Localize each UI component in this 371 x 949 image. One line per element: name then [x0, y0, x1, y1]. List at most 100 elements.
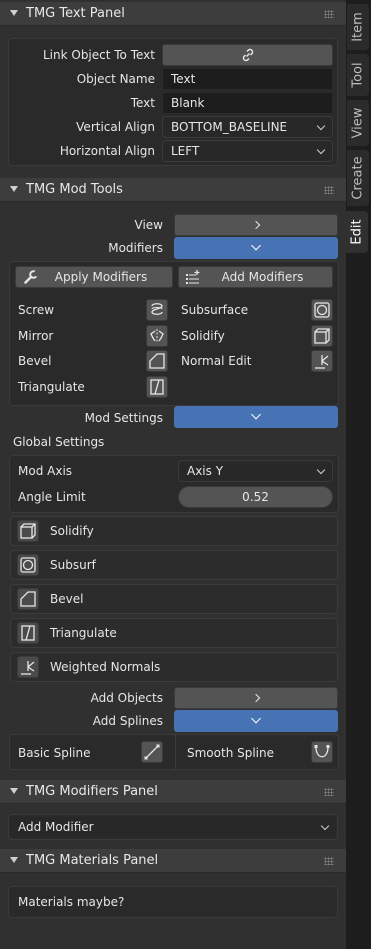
- modifiers-expand-button[interactable]: [174, 237, 338, 259]
- mod-axis-label: Mod Axis: [18, 464, 73, 478]
- materials-panel-header[interactable]: TMG Materials Panel: [0, 849, 346, 873]
- view-expand-button[interactable]: [174, 214, 338, 236]
- chevron-down-icon: [316, 121, 326, 131]
- solidify-icon: [314, 328, 330, 344]
- weighted-normals-row-button[interactable]: [17, 656, 39, 678]
- drag-grip-icon[interactable]: [324, 788, 334, 796]
- drag-grip-icon[interactable]: [324, 857, 334, 865]
- drag-grip-icon[interactable]: [324, 10, 334, 18]
- modifiers-panel-header[interactable]: TMG Modifiers Panel: [0, 780, 346, 804]
- mirror-label: Mirror: [18, 329, 54, 343]
- tab-view-label: View: [350, 107, 366, 139]
- vertical-align-label: Vertical Align: [76, 120, 155, 134]
- add-objects-expand-button[interactable]: [174, 687, 338, 709]
- subsurface-icon: [20, 557, 36, 573]
- horizontal-align-dropdown[interactable]: LEFT: [162, 140, 333, 162]
- chevron-right-icon: [251, 220, 261, 230]
- text-panel-box: Link Object To Text Object Name Text Tex…: [8, 38, 338, 166]
- materials-box: Materials maybe?: [8, 886, 338, 918]
- bevel-row[interactable]: Bevel: [10, 584, 338, 614]
- horizontal-align-value: LEFT: [171, 144, 200, 158]
- collapse-arrow-icon[interactable]: [10, 10, 18, 16]
- weighted-normals-row[interactable]: Weighted Normals: [10, 652, 338, 682]
- solidify-row-button[interactable]: [17, 520, 39, 542]
- collapse-arrow-icon[interactable]: [10, 788, 18, 794]
- tab-create-label: Create: [350, 156, 366, 200]
- screw-modifier-button[interactable]: [146, 299, 168, 321]
- solidify-icon: [20, 523, 36, 539]
- subsurf-row-button[interactable]: [17, 554, 39, 576]
- triangulate-row[interactable]: Triangulate: [10, 618, 338, 648]
- drag-grip-icon[interactable]: [324, 186, 334, 194]
- bevel-icon: [149, 353, 165, 369]
- collapse-arrow-icon[interactable]: [10, 857, 18, 863]
- smooth-spline-icon: [314, 745, 330, 758]
- subsurface-label: Subsurface: [181, 303, 249, 317]
- mod-tools-header[interactable]: TMG Mod Tools: [0, 178, 346, 202]
- screw-icon: [151, 303, 163, 315]
- chevron-down-icon: [251, 713, 261, 724]
- chevron-down-icon: [320, 821, 330, 831]
- triangulate-icon: [21, 625, 35, 641]
- modifiers-label: Modifiers: [108, 241, 163, 255]
- object-name-label: Object Name: [76, 72, 155, 86]
- add-splines-expand-button[interactable]: [174, 710, 338, 732]
- tab-tool-label: Tool: [350, 62, 366, 88]
- solidify-label: Solidify: [181, 329, 225, 343]
- text-label: Text: [130, 96, 155, 110]
- collapse-arrow-icon[interactable]: [10, 186, 18, 192]
- modifiers-box: Apply Modifiers Add Modifiers Screw Mirr…: [9, 261, 339, 406]
- splines-box: Basic Spline Smooth Spline: [9, 734, 339, 770]
- bevel-icon: [20, 591, 36, 607]
- angle-limit-slider[interactable]: 0.52: [178, 486, 333, 508]
- horizontal-align-label: Horizontal Align: [59, 144, 155, 158]
- wrench-icon: [24, 270, 39, 284]
- tab-view[interactable]: View: [347, 100, 369, 146]
- bevel-label: Bevel: [18, 354, 52, 368]
- tab-edit[interactable]: Edit: [346, 211, 368, 253]
- link-icon: [242, 48, 254, 62]
- solidify-row[interactable]: Solidify: [10, 516, 338, 546]
- chevron-down-icon: [316, 145, 326, 155]
- bevel-modifier-button[interactable]: [146, 350, 168, 372]
- mirror-modifier-button[interactable]: [146, 325, 168, 347]
- solidify-modifier-button[interactable]: [311, 325, 333, 347]
- object-name-field[interactable]: Text: [162, 68, 333, 90]
- mod-axis-value: Axis Y: [187, 464, 224, 478]
- basic-spline-button[interactable]: [141, 741, 163, 763]
- mirror-icon: [150, 329, 164, 343]
- triangulate-modifier-button[interactable]: [146, 376, 168, 398]
- mod-axis-dropdown[interactable]: Axis Y: [178, 460, 333, 482]
- triangulate-row-button[interactable]: [17, 622, 39, 644]
- angle-limit-label: Angle Limit: [18, 490, 86, 504]
- tab-edit-label: Edit: [349, 219, 365, 245]
- bevel-row-button[interactable]: [17, 588, 39, 610]
- subsurface-modifier-button[interactable]: [311, 299, 333, 321]
- smooth-spline-button[interactable]: [311, 741, 333, 763]
- splines-divider: [175, 735, 176, 769]
- link-object-label: Link Object To Text: [42, 48, 155, 62]
- chevron-down-icon: [316, 465, 326, 475]
- tab-item[interactable]: Item: [347, 4, 369, 50]
- mod-settings-label: Mod Settings: [84, 411, 163, 425]
- text-panel-header[interactable]: TMG Text Panel: [0, 2, 346, 26]
- chevron-right-icon: [251, 693, 261, 703]
- add-modifier-value: Add Modifier: [18, 820, 94, 834]
- add-modifier-dropdown[interactable]: Add Modifier: [9, 816, 337, 838]
- text-field[interactable]: Blank: [162, 92, 333, 114]
- chevron-down-icon: [251, 409, 261, 420]
- mod-tools-title: TMG Mod Tools: [26, 182, 123, 197]
- mod-settings-expand-button[interactable]: [174, 406, 338, 428]
- tab-create[interactable]: Create: [347, 150, 369, 206]
- link-object-button[interactable]: [162, 44, 333, 66]
- subsurf-row[interactable]: Subsurf: [10, 550, 338, 580]
- add-modifier-box: Add Modifier: [8, 814, 338, 840]
- add-modifiers-button[interactable]: Add Modifiers: [178, 266, 333, 288]
- vertical-align-dropdown[interactable]: BOTTOM_BASELINE: [162, 116, 333, 138]
- chevron-down-icon: [251, 240, 261, 251]
- normal-edit-modifier-button[interactable]: [311, 350, 333, 372]
- basic-spline-label: Basic Spline: [18, 746, 91, 760]
- apply-modifiers-button[interactable]: Apply Modifiers: [15, 266, 173, 288]
- tab-tool[interactable]: Tool: [347, 54, 369, 96]
- solidify-row-label: Solidify: [50, 524, 94, 538]
